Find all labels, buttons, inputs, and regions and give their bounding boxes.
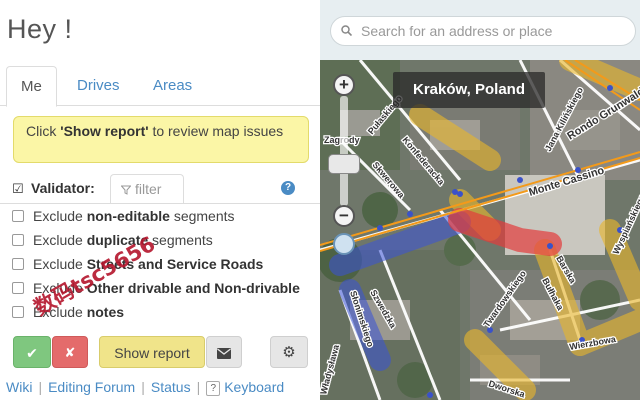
locate-me-icon[interactable] [333,233,355,255]
footer-links: Wiki | Editing Forum | Status |? Keyboard [0,376,320,400]
footer-link-keyboard[interactable]: Keyboard [224,379,284,395]
greeting-title: Hey ! [7,14,73,44]
plus-icon: + [339,75,349,94]
zoom-slider-handle[interactable] [328,154,360,174]
mail-button[interactable] [206,336,242,368]
option-bold: non-editable [86,208,170,224]
filter-tab[interactable]: filter [110,174,184,204]
option-checkbox[interactable] [12,306,24,318]
show-report-button[interactable]: Show report [99,336,205,368]
option-checkbox[interactable] [12,210,24,222]
search-icon [341,25,352,36]
envelope-icon [217,348,231,359]
tab-bar: Me Drives Areas [0,66,320,107]
zoom-out-button[interactable]: − [333,205,355,227]
location-label: Kraków, Poland [393,72,545,108]
footer-separator: | [141,379,145,395]
option-checkbox[interactable] [12,282,24,294]
clear-button[interactable]: ✘ [52,336,88,368]
question-mark-icon: ? [206,381,221,396]
tab-drives[interactable]: Drives [63,66,134,106]
satellite-map[interactable]: Pułaskiego Zagrody Konfederacka Skwerowa… [320,0,640,400]
option-bold: Other drivable and Non-drivable [86,280,300,296]
option-exclude-non-editable[interactable]: Exclude non-editable segments [12,208,235,228]
validator-checkbox[interactable]: ☑ [12,181,24,197]
option-prefix: Exclude [33,232,87,248]
footer-link-status[interactable]: Status [151,379,191,395]
hint-suffix: to review map issues [148,123,284,139]
footer-separator: | [196,379,201,395]
show-report-hint: Click 'Show report' to review map issues [13,116,309,163]
minus-icon: − [339,206,349,225]
option-prefix: Exclude [33,208,87,224]
filter-divider [0,203,320,204]
zoom-in-button[interactable]: + [333,74,355,96]
option-suffix: segments [148,232,213,248]
tab-me[interactable]: Me [6,66,57,107]
footer-link-wiki[interactable]: Wiki [6,379,32,395]
option-checkbox[interactable] [12,234,24,246]
check-button[interactable]: ✔ [13,336,51,368]
footer-link-forum[interactable]: Editing Forum [48,379,135,395]
script-panel: Hey ! Me Drives Areas Click 'Show report… [0,0,320,400]
search-placeholder: Search for an address or place [361,23,553,39]
hint-prefix: Click [26,123,61,139]
settings-button[interactable]: ⚙ [270,336,308,368]
option-suffix: segments [169,208,235,224]
footer-separator: | [38,379,43,395]
gear-icon: ⚙ [282,344,296,361]
map-view[interactable]: Pułaskiego Zagrody Konfederacka Skwerowa… [320,0,640,400]
validator-label: Validator: [31,180,95,196]
option-bold: notes [86,304,125,320]
option-checkbox[interactable] [12,258,24,270]
filter-icon [120,185,132,195]
action-buttons: ✔ ✘ Show report ⚙ [0,336,320,368]
hint-emphasis: 'Show report' [60,123,149,139]
map-search-input[interactable]: Search for an address or place [330,16,636,46]
question-circle-icon[interactable]: ? [281,181,295,195]
zoom-slider-track[interactable] [340,96,348,206]
validator-row: ☑ Validator: filter [0,174,320,204]
filter-tab-label: filter [135,181,162,197]
tab-areas[interactable]: Areas [139,66,206,106]
